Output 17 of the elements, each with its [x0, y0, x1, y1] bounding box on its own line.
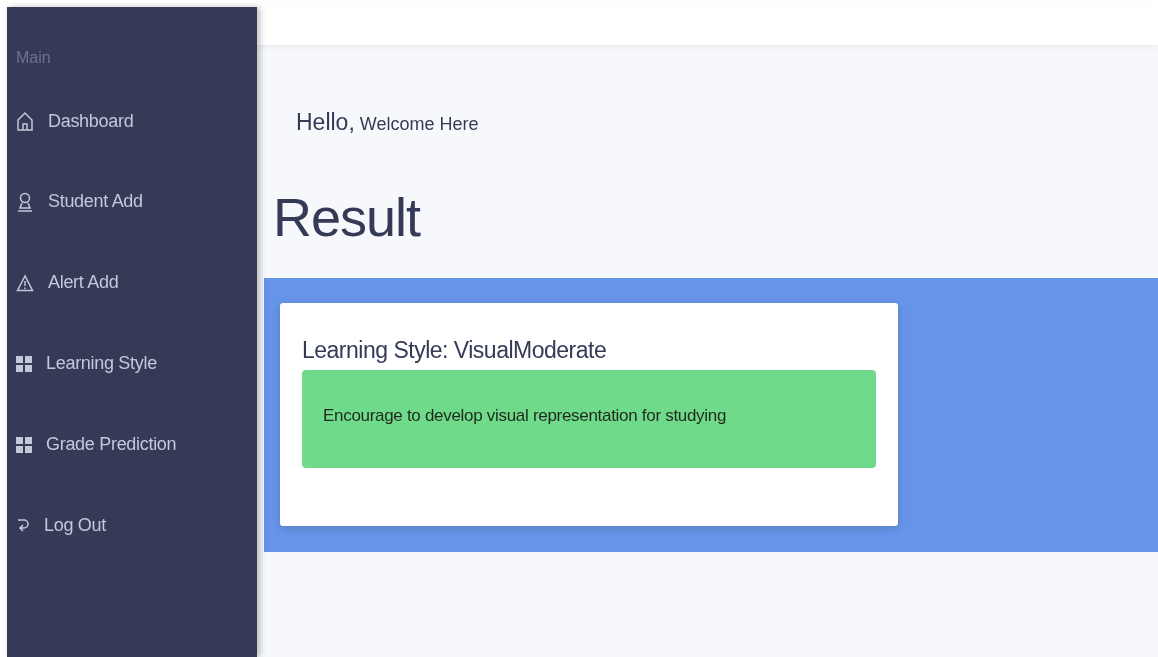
result-title: Learning Style: VisualModerate	[302, 337, 608, 364]
greeting: Hello,	[296, 109, 355, 136]
recommendation-alert: Encourage to develop visual representation for studying	[302, 370, 876, 468]
sidebar-item[interactable]: Dashboard	[7, 103, 257, 139]
sidebar-heading: Main	[15, 48, 52, 68]
warning-icon	[16, 273, 34, 292]
grid-icon	[16, 355, 32, 372]
home-icon	[16, 111, 34, 131]
sidebar-item[interactable]: Student Add	[7, 161, 257, 242]
welcome-text: Welcome Here	[359, 114, 479, 135]
user-icon	[16, 191, 34, 212]
sidebar-item[interactable]: Log Out	[7, 485, 257, 566]
sidebar-item[interactable]: Learning Style	[7, 323, 257, 404]
sidebar-item[interactable]: Grade Prediction	[7, 404, 257, 485]
page-title: Result	[273, 186, 422, 248]
sidebar-item[interactable]: Alert Add	[7, 242, 257, 323]
grid-icon	[16, 436, 32, 453]
